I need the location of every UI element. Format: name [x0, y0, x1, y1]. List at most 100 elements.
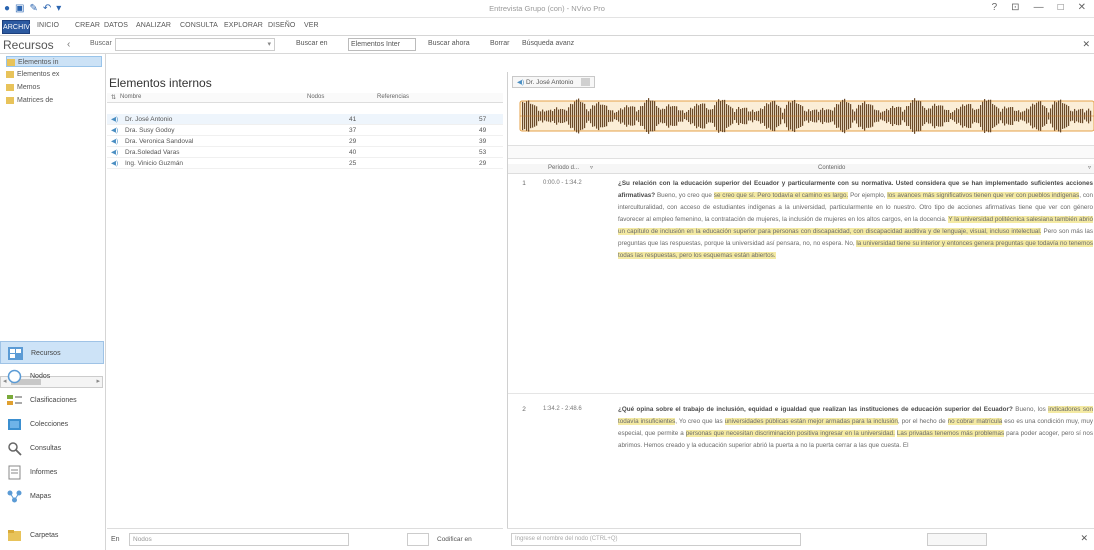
timeline-ruler[interactable] [508, 145, 1094, 159]
maximize-button[interactable]: □ [1058, 2, 1064, 13]
nav-button-consultas[interactable]: Consultas [0, 437, 104, 460]
list-title: Elementos internos [109, 76, 212, 90]
node-name-input[interactable]: Ingrese el nombre del nodo (CTRL+Q) [511, 533, 801, 546]
close-tab-icon[interactable] [581, 78, 591, 87]
filter-icon[interactable]: ▿ [1088, 164, 1091, 171]
folders-icon [8, 530, 21, 541]
list-view: Elementos internos ⇅ Nombre Nodos Refere… [107, 72, 503, 523]
nav-button-nodos[interactable]: Nodos [0, 365, 104, 388]
column-referencias[interactable]: Referencias [377, 94, 409, 100]
transcript-text: Por ejemplo, [848, 192, 888, 199]
search-input[interactable]: ▾ [115, 38, 275, 51]
nav-button-recursos[interactable]: Recursos [0, 341, 104, 364]
node-select[interactable]: Nodos [129, 533, 349, 546]
audio-icon: ◀) [111, 116, 119, 123]
collapse-pane-icon[interactable]: ‹ [67, 39, 70, 50]
document-tab[interactable]: ◀) Dr. José Antonio [512, 76, 596, 88]
node-input[interactable] [407, 533, 429, 546]
table-row[interactable]: ◀) Dra. Susy Godoy 37 49 [107, 125, 503, 136]
table-row[interactable]: ◀) Dra.Soledad Varas 40 53 [107, 147, 503, 158]
search-in-label[interactable]: Buscar en [296, 40, 328, 47]
audio-waveform[interactable] [516, 94, 1094, 142]
search-scope-select[interactable]: Elementos Inter [348, 38, 416, 51]
tree-item-matrices[interactable]: Matrices de [6, 95, 102, 106]
timespan: 0:00.0 - 1:34.2 [543, 180, 582, 186]
column-nombre[interactable]: Nombre [120, 94, 141, 100]
minimize-button[interactable]: — [1034, 2, 1044, 13]
nav-button-mapas[interactable]: Mapas [0, 485, 104, 508]
transcript-content: ¿Qué opina sobre el trabajo de inclusión… [618, 404, 1093, 452]
timespan: 1:34.2 - 2:48.6 [543, 406, 582, 412]
folder-icon [7, 58, 15, 66]
tree-item-elementos-internos[interactable]: Elementos in [6, 56, 102, 67]
search-dropdown-icon[interactable]: ▾ [267, 40, 271, 48]
queries-icon [8, 442, 22, 456]
clear-button[interactable]: Borrar [490, 40, 509, 47]
filter-icon[interactable]: ▿ [590, 164, 593, 171]
advanced-search-button[interactable]: Búsqueda avanz [522, 40, 574, 47]
coded-highlight[interactable]: los avances más significativos tienen qu… [887, 192, 1080, 199]
tree-item-elementos-externos[interactable]: Elementos ex [6, 69, 102, 80]
help-button[interactable]: ? [992, 2, 998, 13]
coded-highlight[interactable]: no cobrar matrícula [947, 418, 1003, 425]
coded-highlight[interactable]: universidades públicas están mejor armad… [724, 418, 898, 425]
close-search-icon[interactable]: ✕ [1082, 39, 1090, 50]
table-row[interactable]: ◀) Dr. José Antonio 41 57 [107, 114, 503, 125]
search-now-button[interactable]: Buscar ahora [428, 40, 470, 47]
reports-icon [8, 465, 21, 480]
detail-view: ◀) Dr. José Antonio Período d... ▿ Conte… [507, 72, 1094, 550]
nav-button-informes[interactable]: Informes [0, 461, 104, 484]
tab-explorar[interactable]: EXPLORAR [224, 22, 263, 29]
zoom-control[interactable] [927, 533, 987, 546]
table-row[interactable]: ◀) Ing. Vinicio Guzmán 25 29 [107, 158, 503, 169]
tab-datos[interactable]: DATOS [104, 22, 128, 29]
sort-icon: ⇅ [111, 95, 117, 101]
column-contenido[interactable]: Contenido [818, 165, 845, 171]
coded-highlight[interactable]: personas que necesitan discriminación po… [685, 430, 895, 437]
row-number: 2 [522, 406, 526, 413]
column-periodo[interactable]: Período d... [548, 165, 579, 171]
row-number: 1 [522, 180, 526, 187]
coded-highlight[interactable]: se creo que sí. Pero todavía el camino e… [713, 192, 849, 199]
column-nodos[interactable]: Nodos [307, 94, 324, 100]
table-row[interactable]: ◀) Dra. Veronica Sandoval 29 39 [107, 136, 503, 147]
tab-consulta[interactable]: CONSULTA [180, 22, 218, 29]
coded-highlight[interactable]: Las privadas tenemos más problemas [896, 430, 1005, 437]
tree-item-memos[interactable]: Memos [6, 82, 102, 93]
folder-icon [6, 70, 14, 78]
transcript-text: Bueno, yo creo que [655, 192, 714, 199]
tab-analizar[interactable]: ANALIZAR [136, 22, 171, 29]
transcript-text: , Yo creo que las [675, 418, 725, 425]
transcript-row[interactable]: 2 1:34.2 - 2:48.6 ¿Qué opina sobre el tr… [508, 402, 1094, 522]
code-button[interactable]: Codificar en [437, 536, 472, 543]
transcript-text: , por el hecho de [897, 418, 948, 425]
nav-button-colecciones[interactable]: Colecciones [0, 413, 104, 436]
ribbon-tabs: ARCHIVO INICIO CREAR DATOS ANALIZAR CONS… [0, 18, 1094, 36]
code-bar: En Nodos Codificar en [107, 528, 503, 550]
nav-button-carpetas[interactable]: Carpetas [0, 524, 104, 547]
maps-icon [7, 490, 22, 503]
transcript-row[interactable]: 1 0:00.0 - 1:34.2 ¿Su relación con la ed… [508, 176, 1094, 394]
tab-archivo[interactable]: ARCHIVO [2, 20, 35, 34]
node-entry-bar: Ingrese el nombre del nodo (CTRL+Q) ✕ [507, 528, 1094, 550]
collections-icon [8, 419, 21, 430]
transcript-text: Bueno, los [1012, 406, 1049, 413]
tab-diseno[interactable]: DISEÑO [268, 22, 295, 29]
audio-icon: ◀) [111, 127, 119, 134]
title-bar: ● ▣ ✎ ↶ ▾ Entrevista Grupo (con) - NVivo… [0, 0, 1094, 18]
folder-icon [6, 96, 14, 104]
tab-inicio[interactable]: INICIO [37, 22, 59, 29]
tab-ver[interactable]: VER [304, 22, 319, 29]
ribbon-options-button[interactable]: ⊡ [1011, 2, 1019, 13]
window-title: Entrevista Grupo (con) - NVivo Pro [489, 4, 605, 13]
audio-icon: ◀) [111, 138, 119, 145]
list-header: ⇅ Nombre Nodos Referencias [107, 93, 503, 103]
classifications-icon [7, 395, 22, 405]
nodes-icon [7, 369, 22, 384]
nav-button-clasificaciones[interactable]: Clasificaciones [0, 389, 104, 412]
search-bar: Recursos ‹ Buscar ▾ Buscar en Elementos … [0, 36, 1094, 54]
close-button[interactable]: ✕ [1078, 2, 1086, 13]
close-icon[interactable]: ✕ [1080, 533, 1088, 544]
tab-crear[interactable]: CREAR [75, 22, 100, 29]
sources-icon [8, 347, 23, 360]
